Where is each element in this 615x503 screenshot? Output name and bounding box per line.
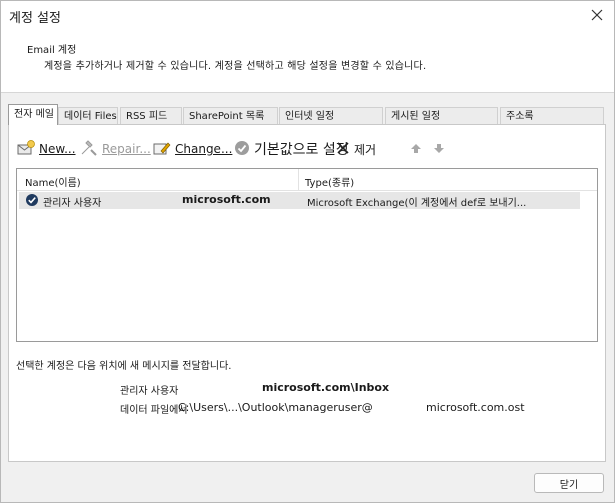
new-account-icon xyxy=(17,139,35,159)
data-file-path: C:\Users\...\Outlook\manageruser@ xyxy=(178,401,373,414)
move-down-icon xyxy=(433,142,445,157)
move-down-button[interactable] xyxy=(433,138,445,160)
change-button[interactable]: Change... xyxy=(153,138,232,160)
tab-rss-feeds[interactable]: RSS 피드 xyxy=(120,107,182,124)
move-up-icon xyxy=(410,142,422,157)
account-domain: microsoft.com xyxy=(182,193,271,206)
new-account-label: New... xyxy=(39,142,76,156)
change-label: Change... xyxy=(175,142,233,156)
set-default-label: 기본값으로 설정 xyxy=(254,142,349,158)
account-name: 관리자 사용자 xyxy=(43,198,102,209)
tab-internet-calendars[interactable]: 인터넷 일정 xyxy=(279,107,383,124)
default-account-check-icon xyxy=(25,193,39,210)
tab-sharepoint-lists[interactable]: SharePoint 목록 xyxy=(183,107,278,124)
close-icon[interactable] xyxy=(586,4,608,26)
title-bar xyxy=(1,1,614,31)
close-button[interactable]: 닫기 xyxy=(534,473,604,493)
new-account-button[interactable]: New... xyxy=(17,138,76,160)
tab-address-books[interactable]: 주소록 xyxy=(500,107,604,124)
tab-published-calendars[interactable]: 게시된 일정 xyxy=(385,107,498,124)
account-list[interactable]: Name(이름) Type(종류) 관리자 사용자 microsoft.com … xyxy=(16,168,598,342)
header-title: Email 계정 xyxy=(27,45,77,56)
delivery-folder-label: 관리자 사용자 xyxy=(120,386,179,397)
account-type: Microsoft Exchange(이 계정에서 def로 보내기... xyxy=(307,198,527,209)
tab-email[interactable]: 전자 메일 xyxy=(8,104,58,125)
set-default-icon xyxy=(234,140,250,159)
delivery-folder-value: microsoft.com\Inbox xyxy=(262,381,390,394)
repair-icon xyxy=(80,139,98,159)
delivery-description: 선택한 계정은 다음 위치에 새 메시지를 전달합니다. xyxy=(16,361,232,372)
column-header-type[interactable]: Type(종류) xyxy=(305,174,354,189)
move-up-button[interactable] xyxy=(410,138,422,160)
remove-icon xyxy=(336,141,350,158)
column-divider xyxy=(298,169,299,190)
column-header-name[interactable]: Name(이름) xyxy=(25,174,81,189)
repair-label: Repair... xyxy=(102,142,151,156)
tab-strip: 전자 메일 데이터 Files RSS 피드 SharePoint 목록 인터넷… xyxy=(8,104,606,125)
remove-button[interactable]: 제거 xyxy=(336,138,376,160)
window-title: 계정 설정 xyxy=(9,11,61,26)
table-row[interactable]: 관리자 사용자 microsoft.com Microsoft Exchange… xyxy=(19,192,580,209)
change-icon xyxy=(153,140,171,159)
repair-button[interactable]: Repair... xyxy=(80,138,151,160)
set-default-button[interactable]: 기본값으로 설정 xyxy=(234,138,349,160)
list-header: Name(이름) Type(종류) xyxy=(17,169,597,191)
header-description: 계정을 추가하거나 제거할 수 있습니다. 계정을 선택하고 해당 설정을 변경… xyxy=(44,61,427,72)
remove-label: 제거 xyxy=(354,142,377,157)
tab-data-files[interactable]: 데이터 Files xyxy=(58,107,118,124)
data-file-ost: microsoft.com.ost xyxy=(426,401,525,414)
